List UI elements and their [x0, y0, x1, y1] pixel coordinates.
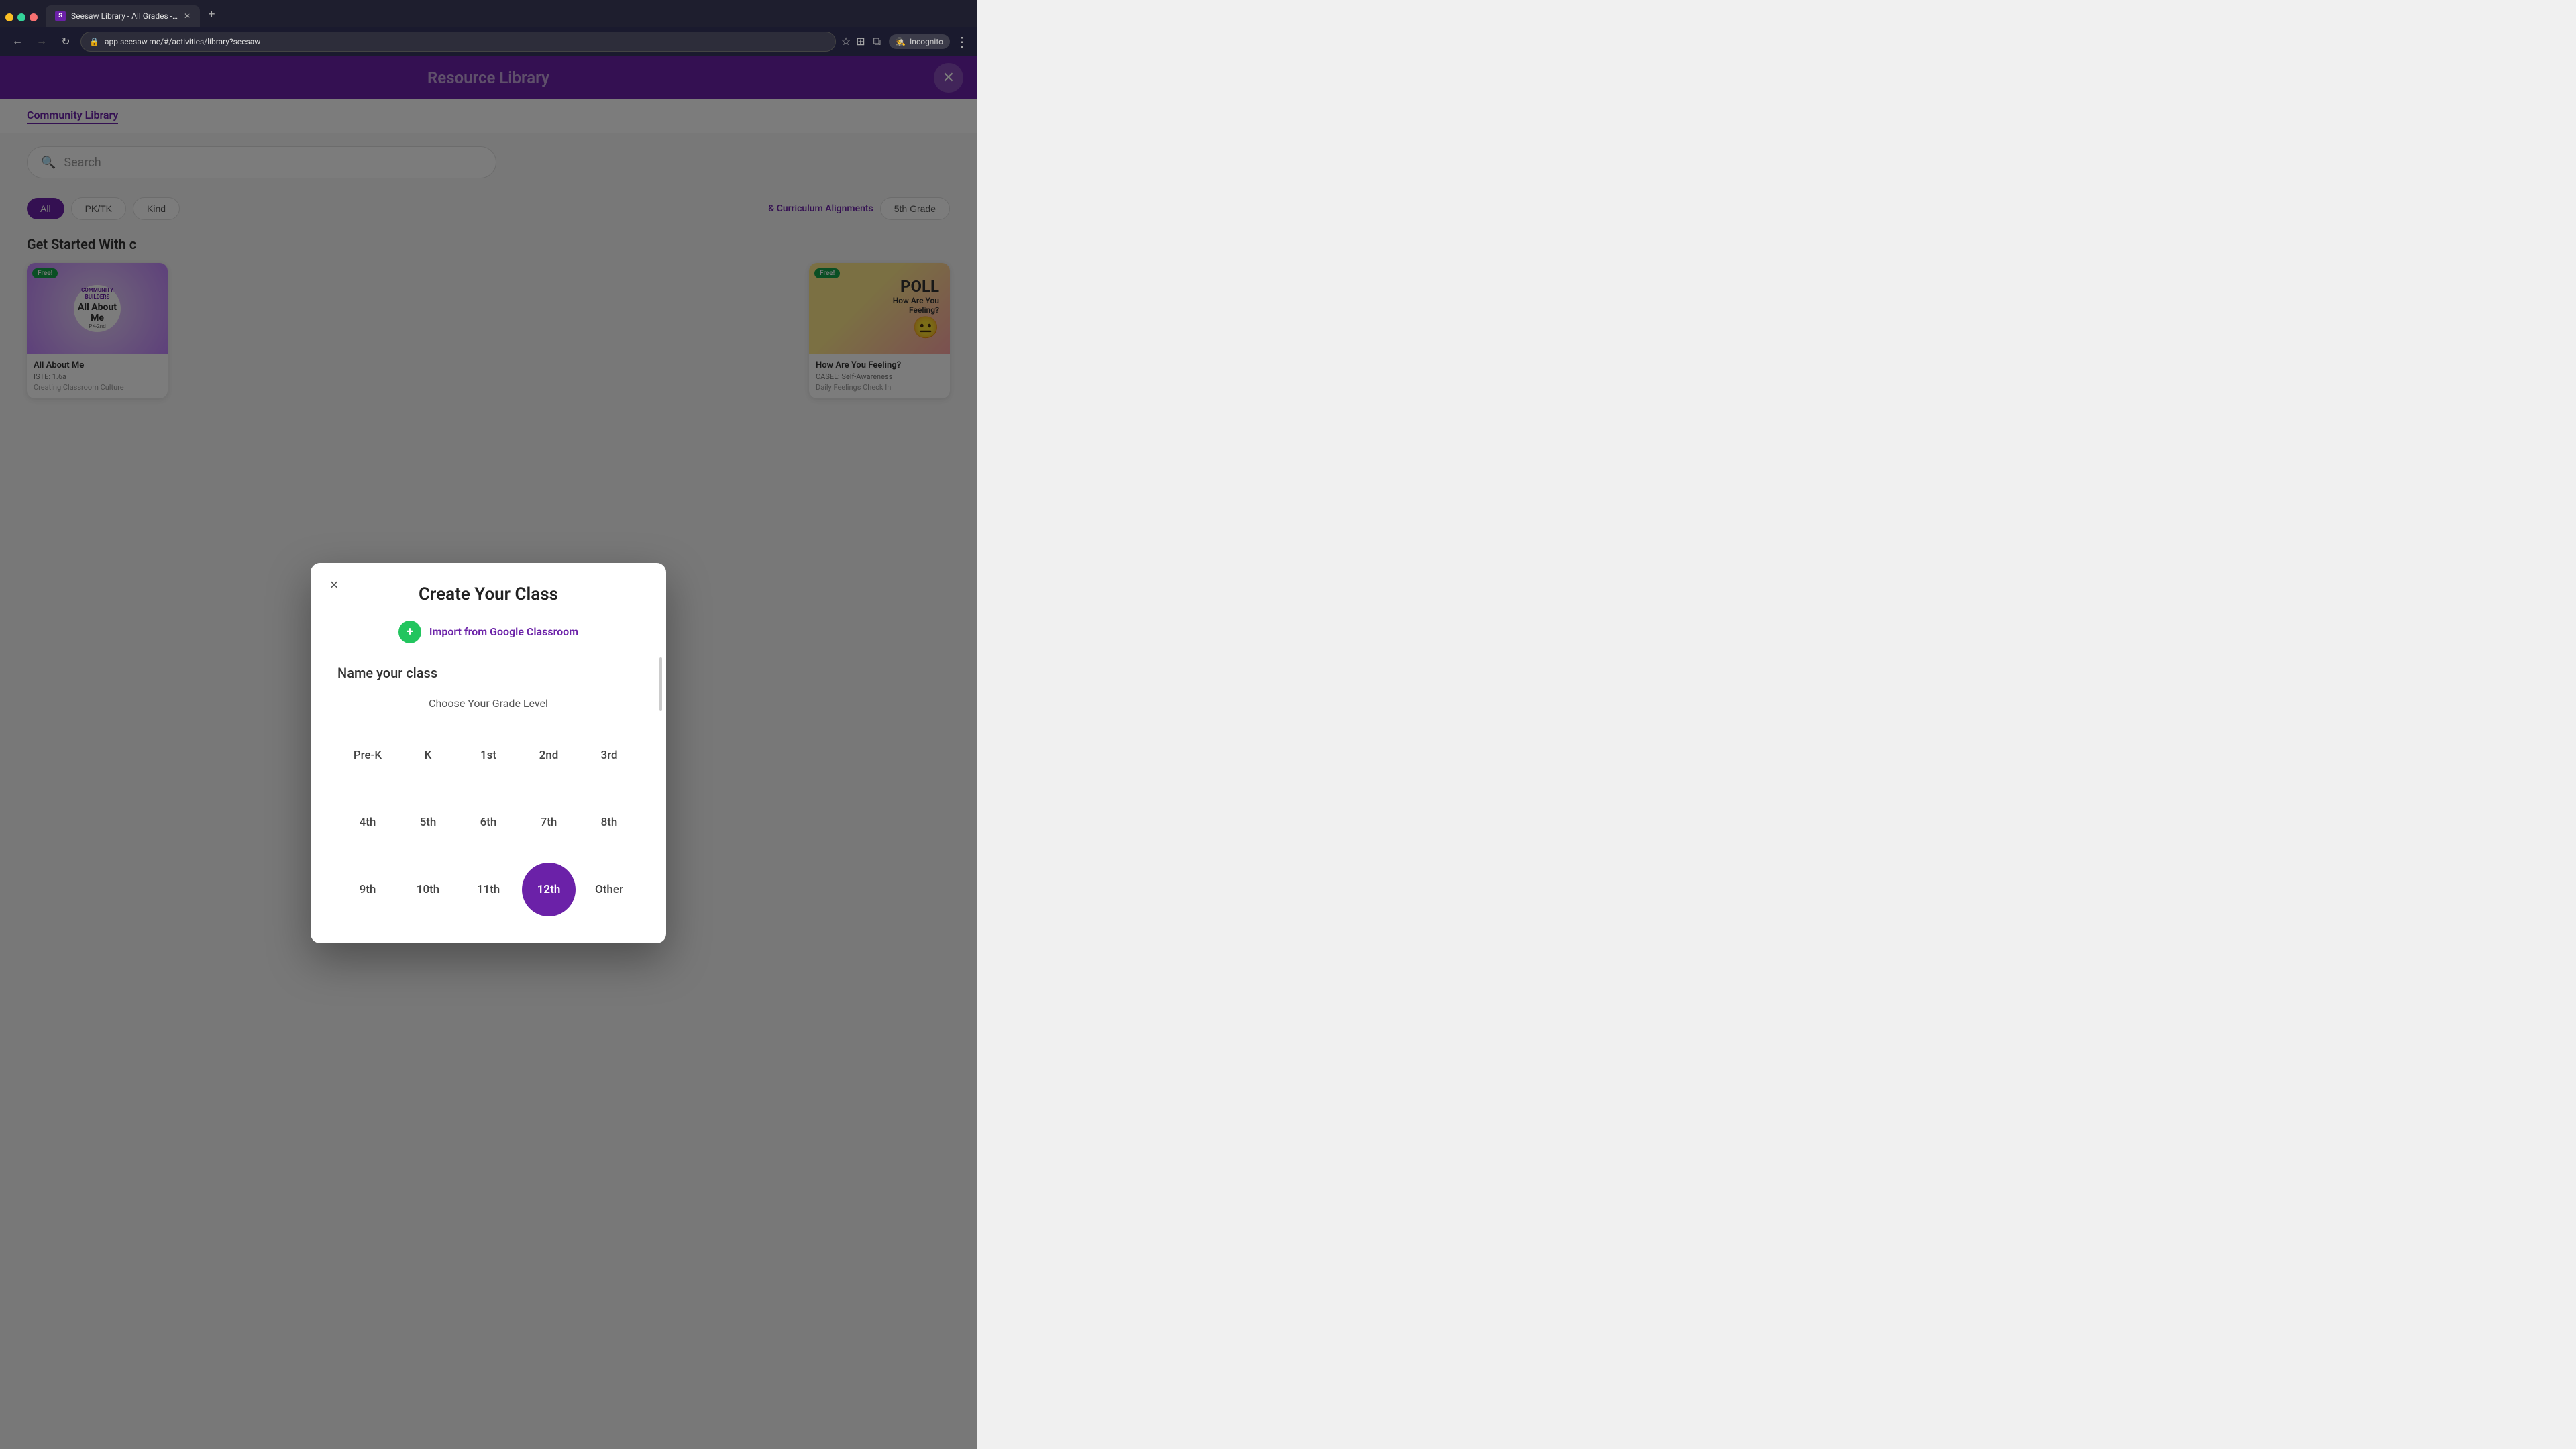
modal-scroll-indicator: [659, 657, 662, 711]
modal-title: Create Your Class: [337, 584, 639, 604]
grade-row-2: 4th 5th 6th 7th 8th: [337, 796, 639, 849]
grade-K[interactable]: K: [401, 729, 455, 782]
extensions-button[interactable]: ⊞: [856, 35, 865, 48]
tab-title: Seesaw Library - All Grades - Al...: [71, 11, 178, 21]
grade-row-3: 9th 10th 11th 12th Other: [337, 863, 639, 916]
grade-level-label: Choose Your Grade Level: [337, 697, 639, 710]
grade-row-1: Pre-K K 1st 2nd 3rd: [337, 729, 639, 782]
lock-icon: 🔒: [89, 37, 99, 46]
grade-10th[interactable]: 10th: [401, 863, 455, 916]
grade-3rd[interactable]: 3rd: [582, 729, 636, 782]
grade-1st[interactable]: 1st: [462, 729, 515, 782]
refresh-button[interactable]: ↻: [56, 32, 75, 51]
grade-8th[interactable]: 8th: [582, 796, 636, 849]
window-maximize[interactable]: [17, 13, 25, 21]
forward-button[interactable]: →: [32, 32, 51, 51]
back-button[interactable]: ←: [8, 32, 27, 51]
incognito-label: Incognito: [910, 37, 943, 46]
grade-11th[interactable]: 11th: [462, 863, 515, 916]
address-bar-row: ← → ↻ 🔒 app.seesaw.me/#/activities/libra…: [0, 27, 977, 56]
address-bar[interactable]: 🔒 app.seesaw.me/#/activities/library?see…: [80, 32, 836, 52]
incognito-button[interactable]: 🕵 Incognito: [889, 34, 950, 49]
grade-6th[interactable]: 6th: [462, 796, 515, 849]
incognito-icon: 🕵: [896, 37, 906, 46]
grade-5th[interactable]: 5th: [401, 796, 455, 849]
grade-other[interactable]: Other: [582, 863, 636, 916]
window-minimize[interactable]: [5, 13, 13, 21]
class-name-label: Name your class: [337, 665, 639, 681]
window-close[interactable]: [30, 13, 38, 21]
grade-4th[interactable]: 4th: [341, 796, 394, 849]
menu-button[interactable]: ⋮: [955, 34, 969, 50]
tab-close-icon[interactable]: ✕: [184, 11, 191, 21]
window-controls: [5, 13, 38, 27]
grade-7th[interactable]: 7th: [522, 796, 576, 849]
grade-12th-selected[interactable]: 12th: [522, 863, 576, 916]
modal-close-button[interactable]: ×: [323, 574, 345, 596]
google-classroom-icon: +: [398, 621, 421, 643]
split-button[interactable]: ⧉: [871, 32, 883, 51]
google-import-section[interactable]: + Import from Google Classroom: [337, 621, 639, 643]
tab-bar: S Seesaw Library - All Grades - Al... ✕ …: [0, 0, 977, 27]
modal: × Create Your Class + Import from Google…: [311, 563, 666, 943]
new-tab-button[interactable]: +: [203, 7, 221, 27]
grade-preK[interactable]: Pre-K: [341, 729, 394, 782]
google-import-text: Import from Google Classroom: [429, 625, 578, 638]
bookmark-button[interactable]: ☆: [841, 35, 851, 48]
tab-favicon: S: [55, 11, 66, 21]
browser-window: S Seesaw Library - All Grades - Al... ✕ …: [0, 0, 977, 1449]
main-content: Resource Library ✕ Community Library 🔍 S…: [0, 56, 977, 1449]
grade-9th[interactable]: 9th: [341, 863, 394, 916]
grade-2nd[interactable]: 2nd: [522, 729, 576, 782]
active-tab[interactable]: S Seesaw Library - All Grades - Al... ✕: [46, 5, 200, 27]
url-text: app.seesaw.me/#/activities/library?seesa…: [105, 37, 260, 46]
modal-overlay: × Create Your Class + Import from Google…: [0, 56, 977, 1449]
